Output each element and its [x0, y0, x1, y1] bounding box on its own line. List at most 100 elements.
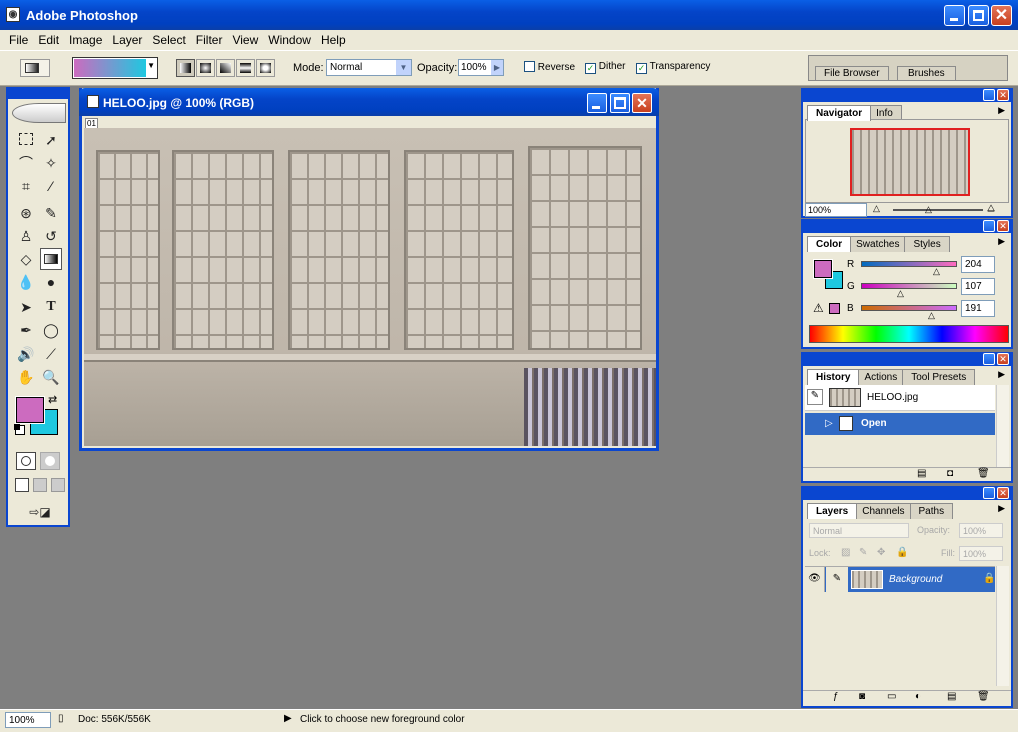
- tab-actions[interactable]: Actions: [855, 369, 907, 385]
- tab-color[interactable]: Color: [807, 236, 852, 252]
- blend-mode-select[interactable]: Normal: [809, 523, 909, 538]
- reflected-gradient-button[interactable]: [236, 59, 255, 77]
- history-brush-source-icon[interactable]: ✎: [807, 389, 823, 405]
- minimize-button[interactable]: [944, 5, 965, 26]
- add-mask-icon[interactable]: ◙: [859, 691, 865, 702]
- b-value-field[interactable]: 191: [961, 300, 995, 317]
- history-step-row[interactable]: ▷ Open: [805, 413, 995, 435]
- menu-view[interactable]: View: [227, 30, 263, 50]
- document-canvas[interactable]: [84, 128, 656, 446]
- standard-mode-button[interactable]: [16, 452, 36, 470]
- transparency-checkbox[interactable]: ✓ Transparency: [636, 61, 710, 74]
- layer-opacity-field[interactable]: 100%: [959, 523, 1003, 538]
- maximize-button[interactable]: [968, 5, 989, 26]
- tab-layers[interactable]: Layers: [807, 503, 858, 519]
- color-spectrum-bar[interactable]: [809, 325, 1009, 343]
- new-snapshot-icon[interactable]: ◘: [947, 468, 953, 479]
- panel-menu-icon[interactable]: ▶: [998, 503, 1005, 514]
- brush-link-icon[interactable]: ✎: [826, 567, 848, 592]
- doc-maximize-button[interactable]: [610, 93, 630, 113]
- history-minimize-button[interactable]: [983, 353, 995, 365]
- lock-position-icon[interactable]: ✥: [877, 547, 885, 558]
- menu-filter[interactable]: Filter: [191, 30, 228, 50]
- g-slider-thumb[interactable]: △: [897, 288, 904, 299]
- swap-colors-icon[interactable]: ⇄: [48, 393, 57, 406]
- navigator-view-box[interactable]: [850, 128, 970, 196]
- quick-mask-mode-button[interactable]: [40, 452, 60, 470]
- menu-select[interactable]: Select: [147, 30, 190, 50]
- opacity-input[interactable]: 100% ▶: [458, 59, 504, 76]
- new-set-icon[interactable]: ▭: [887, 691, 896, 702]
- status-zoom-field[interactable]: 100%: [5, 712, 51, 728]
- menu-help[interactable]: Help: [316, 30, 351, 50]
- panel-menu-icon[interactable]: ▶: [998, 369, 1005, 380]
- diamond-gradient-button[interactable]: [256, 59, 275, 77]
- gamut-color-swatch[interactable]: [829, 303, 840, 314]
- r-slider[interactable]: [861, 261, 957, 267]
- out-of-gamut-warning-icon[interactable]: ⚠: [813, 301, 824, 315]
- navigator-zoom-field[interactable]: 100%: [805, 203, 867, 217]
- notes-tool-icon[interactable]: 🔊: [15, 343, 37, 365]
- r-slider-thumb[interactable]: △: [933, 266, 940, 277]
- tab-channels[interactable]: Channels: [853, 503, 914, 519]
- transparency-check-box[interactable]: ✓: [636, 63, 647, 74]
- color-close-button[interactable]: ✕: [997, 220, 1009, 232]
- standard-screen-mode-button[interactable]: [15, 478, 29, 492]
- tab-paths[interactable]: Paths: [909, 503, 954, 519]
- tab-tool-presets[interactable]: Tool Presets: [902, 369, 976, 385]
- panel-menu-icon[interactable]: ▶: [998, 236, 1005, 247]
- menu-edit[interactable]: Edit: [33, 30, 64, 50]
- zoom-out-icon[interactable]: △: [873, 203, 880, 214]
- radial-gradient-button[interactable]: [196, 59, 215, 77]
- b-slider[interactable]: [861, 305, 957, 311]
- clone-stamp-tool-icon[interactable]: ♙: [15, 225, 37, 247]
- chevron-down-icon[interactable]: ▼: [147, 61, 155, 70]
- tab-history[interactable]: History: [807, 369, 860, 385]
- blur-tool-icon[interactable]: 💧: [15, 271, 37, 293]
- status-menu-arrow-icon[interactable]: ▶: [284, 713, 292, 724]
- tab-swatches[interactable]: Swatches: [847, 236, 909, 252]
- doc-close-button[interactable]: ✕: [632, 93, 652, 113]
- lasso-tool-icon[interactable]: ⌒: [15, 152, 37, 174]
- marquee-tool-icon[interactable]: [15, 129, 37, 151]
- menu-image[interactable]: Image: [64, 30, 107, 50]
- color-fg-swatch[interactable]: [813, 259, 833, 279]
- move-tool-icon[interactable]: ➚: [40, 129, 62, 151]
- fill-field[interactable]: 100%: [959, 546, 1003, 561]
- navigator-zoom-slider[interactable]: [893, 209, 983, 211]
- dodge-tool-icon[interactable]: ●: [40, 271, 62, 293]
- r-value-field[interactable]: 204: [961, 256, 995, 273]
- g-slider[interactable]: [861, 283, 957, 289]
- layers-minimize-button[interactable]: [983, 487, 995, 499]
- dither-check-box[interactable]: ✓: [585, 63, 596, 74]
- doc-minimize-button[interactable]: [587, 93, 607, 113]
- mode-select[interactable]: Normal ▼: [326, 59, 412, 76]
- dither-checkbox[interactable]: ✓ Dither: [585, 61, 625, 74]
- b-slider-thumb[interactable]: △: [928, 310, 935, 321]
- tool-preset-picker[interactable]: [20, 59, 50, 77]
- healing-brush-tool-icon[interactable]: ⊛: [15, 202, 37, 224]
- crop-tool-icon[interactable]: ⌗: [15, 175, 37, 197]
- full-screen-mode-button[interactable]: [51, 478, 65, 492]
- full-screen-menu-mode-button[interactable]: [33, 478, 47, 492]
- slice-tool-icon[interactable]: ⁄: [40, 175, 62, 197]
- lock-transparency-icon[interactable]: ▨: [841, 547, 850, 558]
- close-button[interactable]: ✕: [991, 5, 1012, 26]
- new-document-icon[interactable]: ▤: [917, 468, 926, 479]
- default-colors-icon[interactable]: [14, 424, 25, 435]
- hand-tool-icon[interactable]: ✋: [15, 366, 37, 388]
- foreground-color-swatch[interactable]: [15, 396, 45, 424]
- gradient-picker[interactable]: ▼: [72, 57, 158, 79]
- brush-tool-icon[interactable]: ✎: [40, 202, 62, 224]
- panel-menu-icon[interactable]: ▶: [998, 105, 1005, 116]
- history-brush-tool-icon[interactable]: ↺: [40, 225, 62, 247]
- layers-scrollbar[interactable]: [996, 566, 1009, 686]
- path-selection-tool-icon[interactable]: ➤: [15, 296, 37, 318]
- document-status-icon[interactable]: ▯: [58, 713, 64, 724]
- magic-wand-tool-icon[interactable]: ✧: [40, 152, 62, 174]
- color-minimize-button[interactable]: [983, 220, 995, 232]
- well-tab-file-browser[interactable]: File Browser: [815, 66, 889, 80]
- tab-styles[interactable]: Styles: [904, 236, 950, 252]
- navigator-close-button[interactable]: ✕: [997, 89, 1009, 101]
- layers-close-button[interactable]: ✕: [997, 487, 1009, 499]
